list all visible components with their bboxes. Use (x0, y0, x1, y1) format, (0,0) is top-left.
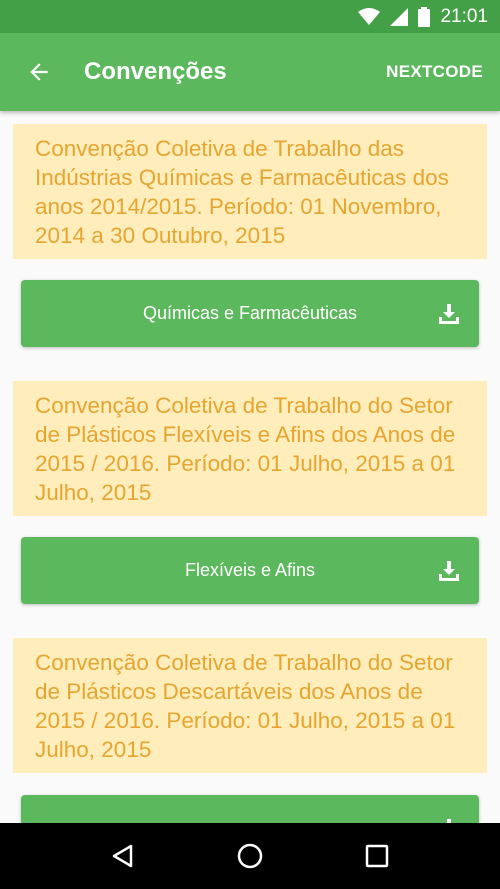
download-quimicas-button[interactable]: Químicas e Farmacêuticas (21, 280, 479, 347)
home-circle-icon (237, 843, 263, 869)
back-triangle-icon (113, 844, 133, 868)
convention-description: Convenção Coletiva de Trabalho do Setor … (13, 381, 487, 516)
download-icon (439, 561, 459, 581)
app-bar: Convenções NEXTCODE (0, 33, 500, 111)
download-button-label: Químicas e Farmacêuticas (142, 303, 358, 323)
page-title: Convenções (84, 58, 227, 85)
download-icon (439, 304, 459, 324)
download-button-label: Flexíveis e Afins (184, 560, 316, 580)
convention-description: Convenção Coletiva de Trabalho das Indús… (13, 124, 487, 259)
download-descartaveis-button[interactable] (21, 795, 479, 823)
signal-icon (390, 7, 409, 26)
battery-icon (418, 6, 431, 27)
status-icons: 21:01 (358, 0, 488, 33)
recents-square-icon (365, 844, 388, 868)
back-button[interactable] (24, 57, 54, 87)
conventions-list[interactable]: Convenção Coletiva de Trabalho das Indús… (0, 111, 500, 823)
navigation-bar (0, 823, 500, 889)
download-flexiveis-button[interactable]: Flexíveis e Afins (21, 537, 479, 604)
arrow-back-icon (30, 63, 48, 81)
wifi-icon (358, 7, 381, 25)
convention-description: Convenção Coletiva de Trabalho do Setor … (13, 638, 487, 773)
nav-recents-button[interactable] (357, 836, 397, 876)
status-bar: 21:01 (0, 0, 500, 33)
nav-home-button[interactable] (230, 836, 270, 876)
nextcode-button[interactable]: NEXTCODE (386, 33, 483, 111)
status-time: 21:01 (440, 5, 488, 27)
nav-back-button[interactable] (103, 836, 143, 876)
